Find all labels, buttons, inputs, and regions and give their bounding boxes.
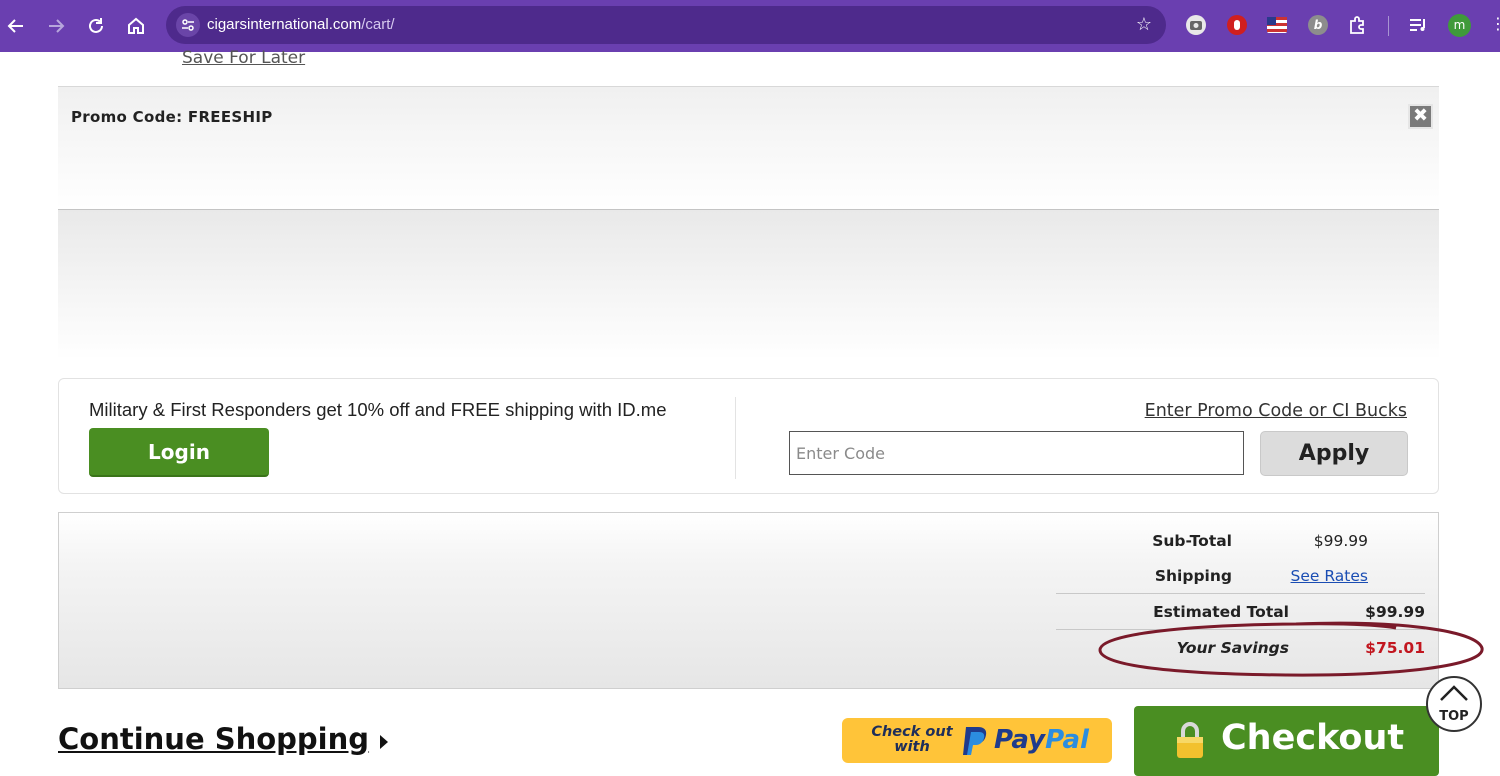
bookmark-star-icon[interactable]: ☆ xyxy=(1136,14,1152,35)
promo-code-input[interactable] xyxy=(789,431,1244,475)
checkout-button[interactable]: Checkout xyxy=(1134,706,1439,776)
paypal-checkout-button[interactable]: Check out with PayPal xyxy=(842,718,1112,763)
paypal-word-pal: Pal xyxy=(1045,725,1089,755)
shipping-label: Shipping xyxy=(1154,567,1232,585)
reload-icon[interactable] xyxy=(83,13,109,39)
subtotal-row: Sub-Total $99.99 xyxy=(998,523,1368,559)
paypal-wordmark: PayPal xyxy=(994,725,1089,755)
site-info-icon[interactable] xyxy=(176,13,200,37)
save-for-later-link[interactable]: Save For Later xyxy=(182,48,305,68)
back-icon[interactable] xyxy=(3,13,29,39)
savings-highlight-circle xyxy=(1098,621,1484,677)
browser-toolbar: cigarsinternational.com/cart/ ☆ b m ⋮ xyxy=(0,0,1500,52)
paypal-word-pay: Pay xyxy=(994,725,1046,755)
top-label: TOP xyxy=(1439,709,1469,724)
lock-icon xyxy=(1177,722,1203,758)
checkout-label: Checkout xyxy=(1221,718,1405,758)
see-rates-link[interactable]: See Rates xyxy=(1291,567,1368,585)
browser-menu-icon[interactable]: ⋮ xyxy=(1490,14,1500,33)
home-icon[interactable] xyxy=(123,13,149,39)
extensions-puzzle-icon[interactable] xyxy=(1348,15,1368,35)
url-host: cigarsinternational.com xyxy=(207,16,362,33)
idme-login-button[interactable]: Login xyxy=(89,428,269,477)
flag-extension-icon[interactable] xyxy=(1267,17,1287,33)
close-icon[interactable]: ✖ xyxy=(1408,104,1433,129)
offer-panel: Military & First Responders get 10% off … xyxy=(58,378,1439,494)
b-extension-icon[interactable]: b xyxy=(1308,15,1328,35)
vertical-divider xyxy=(735,397,736,479)
subtotal-label: Sub-Total xyxy=(1152,532,1232,550)
profile-avatar[interactable]: m xyxy=(1448,14,1471,37)
caret-right-icon xyxy=(380,735,388,749)
back-to-top-button[interactable]: TOP xyxy=(1426,676,1482,732)
camera-extension-icon[interactable] xyxy=(1186,15,1206,35)
apply-button[interactable]: Apply xyxy=(1260,431,1408,476)
subtotal-value: $99.99 xyxy=(1313,532,1368,550)
gray-spacer-panel xyxy=(58,210,1439,360)
stop-hand-extension-icon[interactable] xyxy=(1227,15,1247,35)
promo-code-label: Promo Code: FREESHIP xyxy=(71,108,273,126)
address-bar[interactable]: cigarsinternational.com/cart/ ☆ xyxy=(166,6,1166,44)
enter-promo-code-link[interactable]: Enter Promo Code or CI Bucks xyxy=(1145,401,1407,421)
reading-list-icon[interactable] xyxy=(1408,15,1428,35)
forward-icon[interactable] xyxy=(43,13,69,39)
paypal-small-text: Check out with xyxy=(871,724,953,755)
paypal-logo-icon xyxy=(963,727,987,755)
toolbar-separator xyxy=(1388,16,1389,36)
continue-shopping-link[interactable]: Continue Shopping xyxy=(58,722,369,756)
military-offer-text: Military & First Responders get 10% off … xyxy=(89,399,667,420)
promo-code-banner: Promo Code: FREESHIP xyxy=(58,86,1439,210)
url-text: cigarsinternational.com/cart/ xyxy=(207,16,395,33)
url-path: /cart/ xyxy=(361,16,395,33)
shipping-row: Shipping See Rates xyxy=(998,558,1368,594)
chevron-up-icon xyxy=(1440,685,1468,701)
